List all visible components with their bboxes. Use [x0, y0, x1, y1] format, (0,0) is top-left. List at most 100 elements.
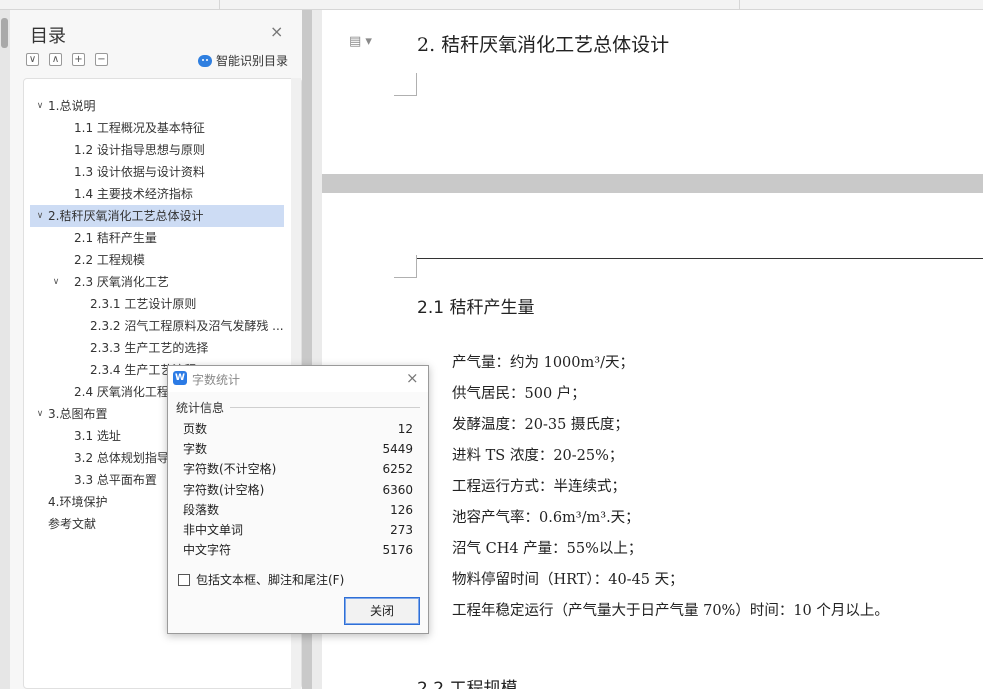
- stat-value: 12: [397, 422, 413, 436]
- toc-item-label: 3.总图布置: [48, 407, 108, 421]
- word-count-dialog: W 字数统计 × 统计信息 页数 12 字数 5449 字符数(不计空格) 6252 字符数…: [167, 365, 429, 634]
- checkbox-label: 包括文本框、脚注和尾注(F): [196, 573, 345, 587]
- dialog-close-icon[interactable]: ×: [406, 369, 419, 387]
- toc-item[interactable]: 2.1 秸秆产生量: [30, 227, 284, 249]
- group-separator: [230, 407, 420, 408]
- toc-item-label: 1.3 设计依据与设计资料: [74, 165, 205, 179]
- stat-row: 段落数 126: [183, 500, 413, 520]
- toc-item[interactable]: 1.3 设计依据与设计资料: [30, 161, 284, 183]
- toc-item[interactable]: 1.1 工程概况及基本特征: [30, 117, 284, 139]
- body-line[interactable]: 工程年稳定运行（产气量大于日产气量 70%）时间：10 个月以上。: [452, 599, 889, 620]
- toc-close-icon[interactable]: ×: [270, 22, 283, 41]
- stat-label: 非中文单词: [183, 523, 244, 537]
- ribbon-strip: [0, 0, 983, 10]
- body-line[interactable]: 物料停留时间（HRT）：40-45 天；: [452, 568, 684, 589]
- stat-label: 字符数(计空格): [183, 482, 265, 497]
- ribbon-segment: [220, 0, 740, 9]
- toc-item[interactable]: 2.3.1 工艺设计原则: [30, 293, 284, 315]
- left-scrollbar-thumb[interactable]: [1, 18, 8, 48]
- stat-value: 273: [390, 523, 413, 537]
- expand-up-icon[interactable]: ∧: [49, 53, 62, 66]
- toc-item-label: 1.4 主要技术经济指标: [74, 187, 193, 201]
- document-page: ▤ ▾ 2. 秸秆厌氧消化工艺总体设计: [322, 10, 983, 174]
- stat-label: 字数: [183, 442, 208, 457]
- body-line[interactable]: 发酵温度：20-35 摄氏度；: [452, 413, 629, 434]
- chevron-down-icon[interactable]: ∨: [34, 205, 46, 227]
- stat-label: 页数: [183, 422, 208, 436]
- add-heading-icon[interactable]: +: [72, 53, 85, 66]
- include-textbox-checkbox[interactable]: 包括文本框、脚注和尾注(F): [178, 571, 344, 588]
- body-line[interactable]: 产气量：约为 1000m³/天；: [452, 351, 634, 372]
- toc-item-label: 2.2 工程规模: [74, 253, 145, 267]
- toc-item[interactable]: 2.2 工程规模: [30, 249, 284, 271]
- body-line[interactable]: 池容产气率：0.6m³/m³.天；: [452, 506, 640, 527]
- toc-item-label: 2.3.2 沼气工程原料及沼气发酵残 ...: [90, 319, 284, 333]
- stat-row: 字符数(计空格) 6360: [183, 480, 413, 500]
- toc-item-label: 4.环境保护: [48, 495, 108, 509]
- toc-item-label: 2.3 厌氧消化工艺: [74, 275, 169, 289]
- crop-mark: [394, 255, 417, 278]
- toc-item-label: 2.1 秸秆产生量: [74, 231, 157, 245]
- ribbon-segment: [740, 0, 983, 9]
- toc-item-label: 1.1 工程概况及基本特征: [74, 121, 205, 135]
- stat-row: 页数 12: [183, 419, 413, 439]
- remove-heading-icon[interactable]: −: [95, 53, 108, 66]
- header-rule: [417, 258, 983, 259]
- stat-row: 非中文单词 273: [183, 520, 413, 540]
- stat-row: 中文字符 5176: [183, 540, 413, 560]
- left-scrollbar[interactable]: [0, 10, 10, 689]
- stat-value: 6252: [382, 462, 413, 477]
- smart-toc-label: 智能识别目录: [216, 54, 289, 68]
- toc-item-label: 1.总说明: [48, 99, 96, 113]
- toc-title: 目录: [30, 26, 66, 47]
- toc-item[interactable]: 1.2 设计指导思想与原则: [30, 139, 284, 161]
- toc-item[interactable]: ∨ 2.秸秆厌氧消化工艺总体设计: [30, 205, 284, 227]
- toc-item-label: 参考文献: [48, 517, 97, 531]
- chevron-down-icon[interactable]: ∨: [34, 95, 46, 117]
- ribbon-segment: [0, 0, 220, 9]
- toc-item-label: 2.3.1 工艺设计原则: [90, 297, 197, 311]
- stat-value: 5176: [382, 543, 413, 558]
- body-line[interactable]: 沼气 CH4 产量：55%以上；: [452, 537, 642, 558]
- wps-logo-icon: W: [173, 371, 187, 385]
- checkbox-box[interactable]: [178, 573, 190, 586]
- dialog-titlebar[interactable]: W 字数统计 ×: [168, 366, 428, 392]
- collapse-all-icon[interactable]: ∨: [26, 53, 39, 66]
- section-heading[interactable]: 2.1 秸秆产生量: [417, 293, 534, 318]
- chevron-down-icon[interactable]: ∨: [34, 403, 46, 425]
- dialog-title: 字数统计: [192, 373, 241, 387]
- body-line[interactable]: 供气居民：500 户；: [452, 382, 586, 403]
- stat-row: 字数 5449: [183, 439, 413, 459]
- toc-item[interactable]: 1.4 主要技术经济指标: [30, 183, 284, 205]
- toc-item[interactable]: ∨ 2.3 厌氧消化工艺: [30, 271, 284, 293]
- toc-toolbar: ∨ ∧ + −: [26, 53, 108, 67]
- toc-item-label: 1.2 设计指导思想与原则: [74, 143, 205, 157]
- stat-value: 126: [390, 502, 413, 517]
- toc-item[interactable]: 2.3.2 沼气工程原料及沼气发酵残 ...: [30, 315, 284, 337]
- toc-item-label: 2.4 厌氧消化工程设: [74, 385, 181, 399]
- crop-mark: [394, 73, 417, 96]
- robot-icon: [198, 54, 212, 67]
- stat-value: 5449: [382, 442, 413, 457]
- toc-item-label: 3.2 总体规划指导思: [74, 451, 181, 465]
- paragraph-style-icon[interactable]: ▤ ▾: [349, 34, 372, 49]
- stat-label: 中文字符: [183, 543, 232, 558]
- body-line[interactable]: 工程运行方式：半连续式；: [452, 475, 626, 496]
- chapter-heading[interactable]: 2. 秸秆厌氧消化工艺总体设计: [417, 30, 669, 57]
- toc-item-label: 2.3.3 生产工艺的选择: [90, 341, 209, 355]
- stat-label: 字符数(不计空格): [183, 462, 277, 477]
- toc-item[interactable]: 2.3.3 生产工艺的选择: [30, 337, 284, 359]
- toc-item[interactable]: ∨ 1.总说明: [30, 95, 284, 117]
- body-line[interactable]: 进料 TS 浓度：20-25%；: [452, 444, 623, 465]
- stats-group-label: 统计信息: [176, 401, 225, 415]
- toc-item-label: 3.3 总平面布置: [74, 473, 157, 487]
- toc-item-label: 2.秸秆厌氧消化工艺总体设计: [48, 209, 204, 223]
- close-button[interactable]: 关闭: [344, 597, 420, 625]
- toc-item-label: 3.1 选址: [74, 429, 121, 443]
- stat-row: 字符数(不计空格) 6252: [183, 459, 413, 479]
- stat-value: 6360: [382, 482, 413, 497]
- smart-toc-button[interactable]: 智能识别目录: [198, 52, 288, 69]
- next-section-heading[interactable]: 2.2 工程规模: [417, 674, 517, 689]
- stat-label: 段落数: [183, 502, 220, 517]
- chevron-down-icon[interactable]: ∨: [50, 271, 62, 293]
